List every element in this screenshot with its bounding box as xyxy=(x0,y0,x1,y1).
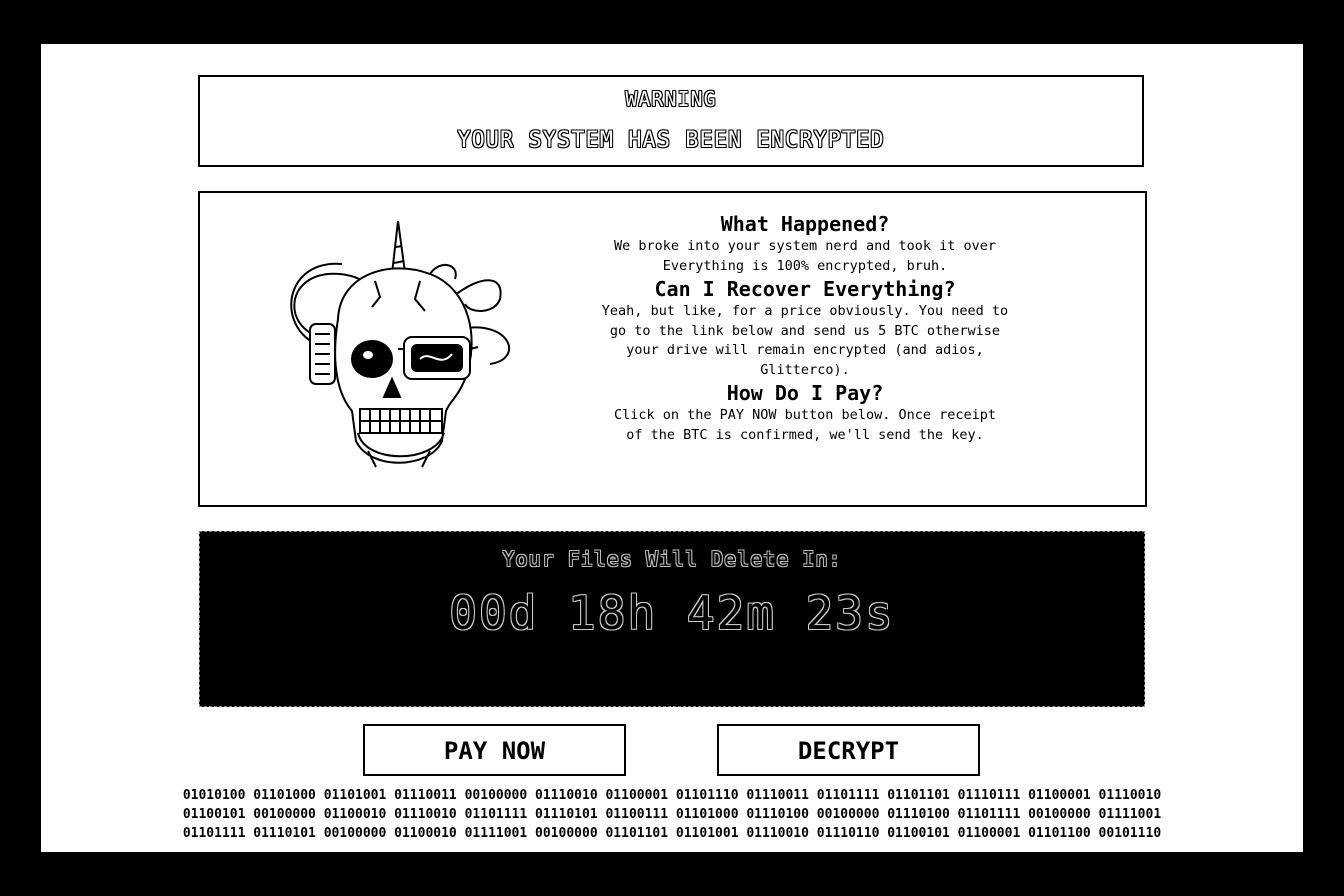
countdown-panel: Your Files Will Delete In: 00d 18h 42m 2… xyxy=(199,531,1145,707)
recover-line-3: your drive will remain encrypted (and ad… xyxy=(626,342,984,358)
warning-title: WARNING xyxy=(625,87,717,111)
binary-line-3: 01101111 01110101 00100000 01100010 0111… xyxy=(182,826,1162,841)
info-panel: What Happened? We broke into your system… xyxy=(198,191,1147,507)
binary-message: 01010100 01101000 01101001 01110011 0010… xyxy=(41,786,1303,843)
heading-what-happened: What Happened? xyxy=(720,212,890,236)
recover-line-1: Yeah, but like, for a price obviously. Y… xyxy=(601,303,1009,319)
binary-line-2: 01100101 00100000 01100010 01110010 0110… xyxy=(182,807,1162,822)
skull-icon xyxy=(290,220,510,468)
pay-line-2: of the BTC is confirmed, we'll send the … xyxy=(626,426,984,443)
what-happened-line-2: Everything is 100% encrypted, bruh. xyxy=(662,257,948,274)
heading-recover: Can I Recover Everything? xyxy=(654,277,956,301)
ransom-page: WARNING YOUR SYSTEM HAS BEEN ENCRYPTED W… xyxy=(41,44,1303,852)
recover-line-4: Glitterco). xyxy=(760,361,850,378)
countdown-label: Your Files Will Delete In: xyxy=(502,547,842,571)
what-happened-line-1: We broke into your system nerd and took … xyxy=(613,238,996,254)
countdown-timer: 00d 18h 42m 23s xyxy=(449,586,895,640)
pay-line-1: Click on the PAY NOW button below. Once … xyxy=(613,407,996,423)
binary-line-1: 01010100 01101000 01101001 01110011 0010… xyxy=(182,788,1162,803)
decrypt-button[interactable]: DECRYPT xyxy=(717,724,980,776)
recover-line-2: go to the link below and send us 5 BTC o… xyxy=(609,322,1001,339)
heading-how-to-pay: How Do I Pay? xyxy=(726,381,884,405)
pay-now-button[interactable]: PAY NOW xyxy=(363,724,626,776)
warning-banner: WARNING YOUR SYSTEM HAS BEEN ENCRYPTED xyxy=(198,75,1144,167)
info-text: What Happened? We broke into your system… xyxy=(580,211,1030,445)
encrypted-subtitle: YOUR SYSTEM HAS BEEN ENCRYPTED xyxy=(457,128,885,153)
